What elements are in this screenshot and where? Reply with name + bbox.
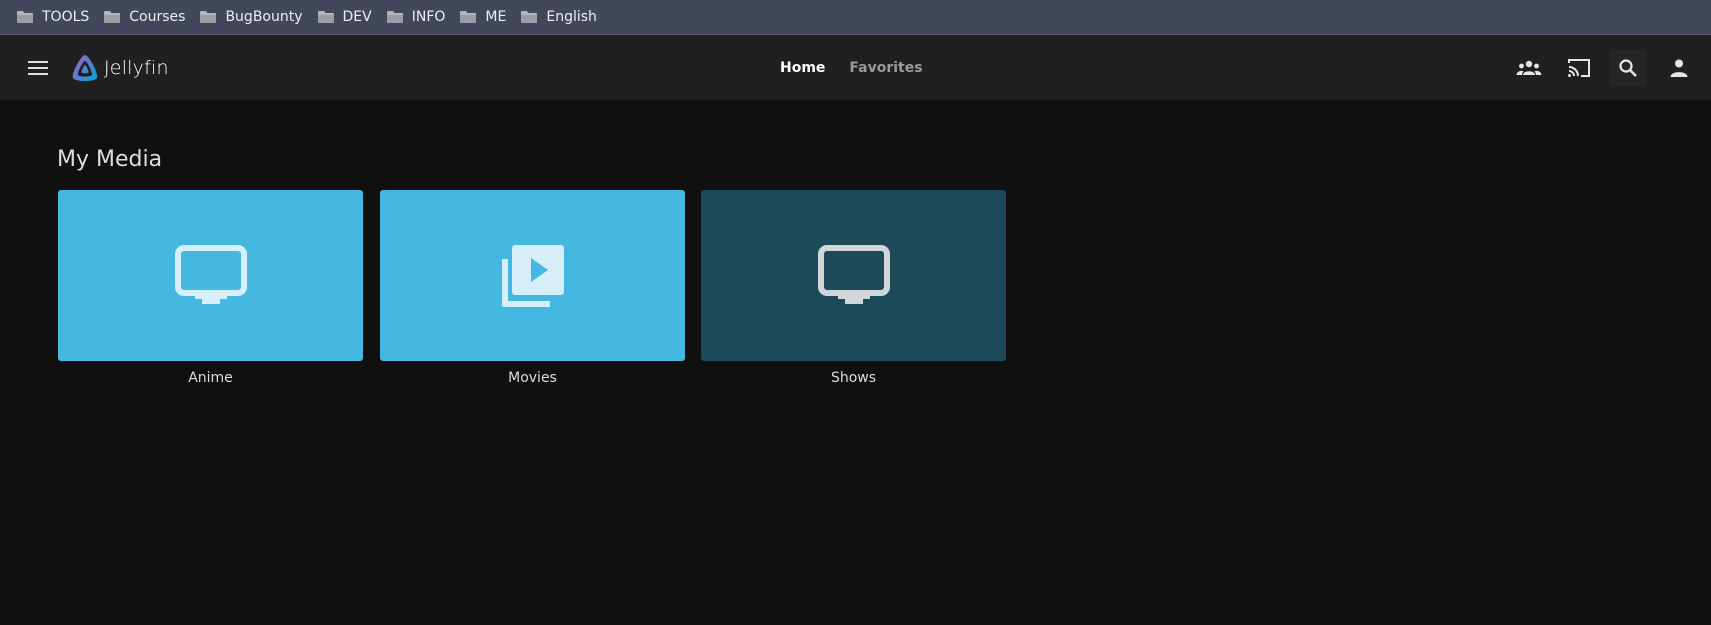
folder-icon bbox=[317, 11, 334, 23]
bookmark-label: English bbox=[546, 9, 597, 25]
bookmark-tools[interactable]: TOOLS bbox=[14, 4, 97, 30]
bookmark-label: BugBounty bbox=[225, 9, 303, 25]
library-card-label[interactable]: Shows bbox=[701, 370, 1006, 386]
menu-icon bbox=[28, 61, 48, 75]
bookmark-bugbounty[interactable]: BugBounty bbox=[197, 4, 310, 30]
search-button[interactable] bbox=[1610, 50, 1646, 86]
folder-icon bbox=[17, 11, 33, 23]
bookmark-courses[interactable]: Courses bbox=[101, 4, 193, 30]
folder-icon bbox=[386, 11, 403, 23]
user-icon bbox=[1670, 59, 1688, 77]
jellyfin-logo-icon bbox=[72, 55, 98, 81]
library-card-anime[interactable]: Anime bbox=[58, 190, 363, 386]
bookmark-me[interactable]: ME bbox=[457, 4, 514, 30]
library-card-label[interactable]: Movies bbox=[380, 370, 685, 386]
library-card-image[interactable] bbox=[701, 190, 1006, 361]
tv-icon bbox=[817, 244, 890, 304]
menu-button[interactable] bbox=[22, 55, 54, 81]
syncplay-button[interactable] bbox=[1511, 50, 1547, 86]
folder-icon bbox=[104, 11, 121, 23]
user-menu-button[interactable] bbox=[1661, 50, 1697, 86]
library-card-label[interactable]: Anime bbox=[58, 370, 363, 386]
library-card-image[interactable] bbox=[58, 190, 363, 361]
cast-button[interactable] bbox=[1561, 50, 1597, 86]
cast-icon bbox=[1568, 59, 1590, 77]
app-name: Jellyfin bbox=[104, 57, 169, 79]
library-card-shows[interactable]: Shows bbox=[701, 190, 1006, 386]
search-icon bbox=[1619, 59, 1637, 77]
bookmark-label: Courses bbox=[129, 9, 186, 25]
app-header: Jellyfin Home Favorites bbox=[0, 35, 1711, 100]
folder-icon bbox=[200, 11, 217, 23]
header-tabs: Home Favorites bbox=[768, 53, 935, 83]
bookmark-english[interactable]: English bbox=[518, 4, 605, 30]
group-icon bbox=[1516, 60, 1542, 75]
folder-icon bbox=[460, 11, 477, 23]
bookmark-label: TOOLS bbox=[42, 9, 90, 25]
tv-icon bbox=[174, 244, 247, 304]
bookmark-dev[interactable]: DEV bbox=[315, 4, 380, 30]
tab-home[interactable]: Home bbox=[768, 53, 837, 83]
video-library-icon bbox=[501, 244, 564, 307]
bookmark-label: INFO bbox=[411, 9, 446, 25]
bookmark-label: ME bbox=[485, 9, 507, 25]
tab-favorites[interactable]: Favorites bbox=[837, 53, 934, 83]
bookmark-info[interactable]: INFO bbox=[384, 4, 454, 30]
folder-icon bbox=[521, 11, 538, 23]
library-card-movies[interactable]: Movies bbox=[380, 190, 685, 386]
section-title-my-media: My Media bbox=[57, 147, 163, 172]
library-card-image[interactable] bbox=[380, 190, 685, 361]
bookmark-label: DEV bbox=[342, 9, 372, 25]
bookmarks-bar: TOOLS Courses BugBounty DEV INFO ME Engl… bbox=[0, 0, 1711, 35]
app-logo[interactable]: Jellyfin bbox=[70, 52, 169, 84]
